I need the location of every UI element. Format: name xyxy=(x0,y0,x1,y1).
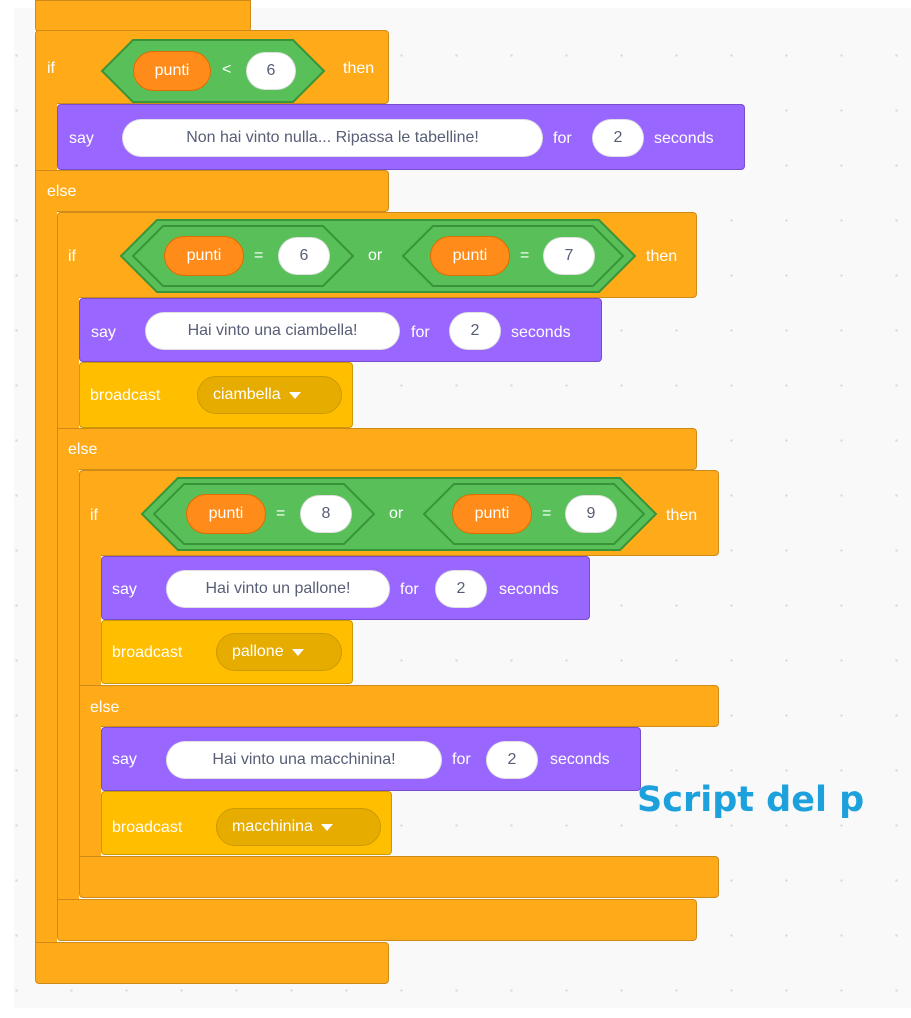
outer-if-footer xyxy=(35,942,389,984)
inner-else-arm xyxy=(79,726,101,857)
broadcast-message-dropdown[interactable]: ciambella xyxy=(197,376,342,414)
say-keyword: say xyxy=(91,324,116,341)
seconds-keyword: seconds xyxy=(654,130,714,147)
punti-variable-reporter[interactable]: punti xyxy=(186,494,266,534)
say-message-field[interactable]: Hai vinto una ciambella! xyxy=(145,312,400,350)
dropdown-caret-icon xyxy=(320,823,333,831)
broadcast-block-2[interactable]: broadcast pallone xyxy=(101,620,353,684)
say-block-1[interactable]: say Non hai vinto nulla... Ripassa le ta… xyxy=(57,104,745,170)
say-block-3[interactable]: say Hai vinto un pallone! for 2 seconds xyxy=(101,556,590,620)
punti-variable-reporter[interactable]: punti xyxy=(430,236,510,276)
for-keyword: for xyxy=(553,130,572,147)
say-seconds-field[interactable]: 2 xyxy=(435,570,487,608)
then-keyword: then xyxy=(646,248,678,265)
previous-block-stub[interactable] xyxy=(35,0,251,32)
inner-if-arm xyxy=(79,555,101,686)
dropdown-caret-icon xyxy=(288,391,301,399)
inner-else-label-bar[interactable]: else xyxy=(79,685,719,727)
punti-variable-reporter[interactable]: punti xyxy=(164,236,244,276)
equals-sign: = xyxy=(254,247,264,264)
middle-else-label-bar[interactable]: else xyxy=(57,428,697,470)
punti-variable-reporter[interactable]: punti xyxy=(133,51,211,91)
seconds-keyword: seconds xyxy=(499,581,559,598)
compare-value-field[interactable]: 7 xyxy=(543,237,595,275)
outer-if-arm xyxy=(35,103,57,171)
else-keyword: else xyxy=(68,441,98,458)
compare-value-field[interactable]: 6 xyxy=(246,52,296,90)
say-block-4[interactable]: say Hai vinto una macchinina! for 2 seco… xyxy=(101,727,641,791)
say-keyword: say xyxy=(112,751,137,768)
for-keyword: for xyxy=(411,324,430,341)
if-keyword: if xyxy=(47,60,55,77)
say-keyword: say xyxy=(112,581,137,598)
for-keyword: for xyxy=(400,581,419,598)
slide-title: Script del p xyxy=(637,780,865,820)
or-keyword: or xyxy=(368,247,383,264)
compare-value-field[interactable]: 9 xyxy=(565,495,617,533)
if-keyword: if xyxy=(68,248,76,265)
less-than-sign: < xyxy=(222,61,232,78)
for-keyword: for xyxy=(452,751,471,768)
then-keyword: then xyxy=(666,507,698,524)
broadcast-keyword: broadcast xyxy=(90,387,161,404)
broadcast-message-label: ciambella xyxy=(213,386,281,403)
say-seconds-field[interactable]: 2 xyxy=(592,119,644,157)
say-seconds-field[interactable]: 2 xyxy=(449,312,501,350)
middle-if-footer xyxy=(57,899,697,941)
broadcast-block-3[interactable]: broadcast macchinina xyxy=(101,791,392,855)
broadcast-message-label: macchinina xyxy=(232,818,313,835)
equals-sign: = xyxy=(542,505,552,522)
then-keyword: then xyxy=(343,60,375,77)
equals-sign: = xyxy=(276,505,286,522)
dropdown-caret-icon xyxy=(291,648,304,656)
or-keyword: or xyxy=(389,505,404,522)
say-seconds-field[interactable]: 2 xyxy=(486,741,538,779)
middle-else-arm xyxy=(57,469,79,900)
middle-if-arm xyxy=(57,297,79,429)
punti-variable-reporter[interactable]: punti xyxy=(452,494,532,534)
broadcast-keyword: broadcast xyxy=(112,644,183,661)
inner-if-footer xyxy=(79,856,719,898)
else-keyword: else xyxy=(47,183,77,200)
outer-else-arm xyxy=(35,211,57,943)
broadcast-message-dropdown[interactable]: macchinina xyxy=(216,808,381,846)
equals-sign: = xyxy=(520,247,530,264)
say-message-field[interactable]: Non hai vinto nulla... Ripassa le tabell… xyxy=(122,119,543,157)
seconds-keyword: seconds xyxy=(550,751,610,768)
say-block-2[interactable]: say Hai vinto una ciambella! for 2 secon… xyxy=(79,298,602,362)
else-keyword: else xyxy=(90,699,120,716)
broadcast-message-dropdown[interactable]: pallone xyxy=(216,633,342,671)
say-keyword: say xyxy=(69,130,94,147)
seconds-keyword: seconds xyxy=(511,324,571,341)
broadcast-keyword: broadcast xyxy=(112,819,183,836)
say-message-field[interactable]: Hai vinto una macchinina! xyxy=(166,741,442,779)
compare-value-field[interactable]: 6 xyxy=(278,237,330,275)
compare-value-field[interactable]: 8 xyxy=(300,495,352,533)
outer-else-label-bar[interactable]: else xyxy=(35,170,389,212)
broadcast-block-1[interactable]: broadcast ciambella xyxy=(79,362,353,428)
if-keyword: if xyxy=(90,507,98,524)
broadcast-message-label: pallone xyxy=(232,643,284,660)
say-message-field[interactable]: Hai vinto un pallone! xyxy=(166,570,390,608)
